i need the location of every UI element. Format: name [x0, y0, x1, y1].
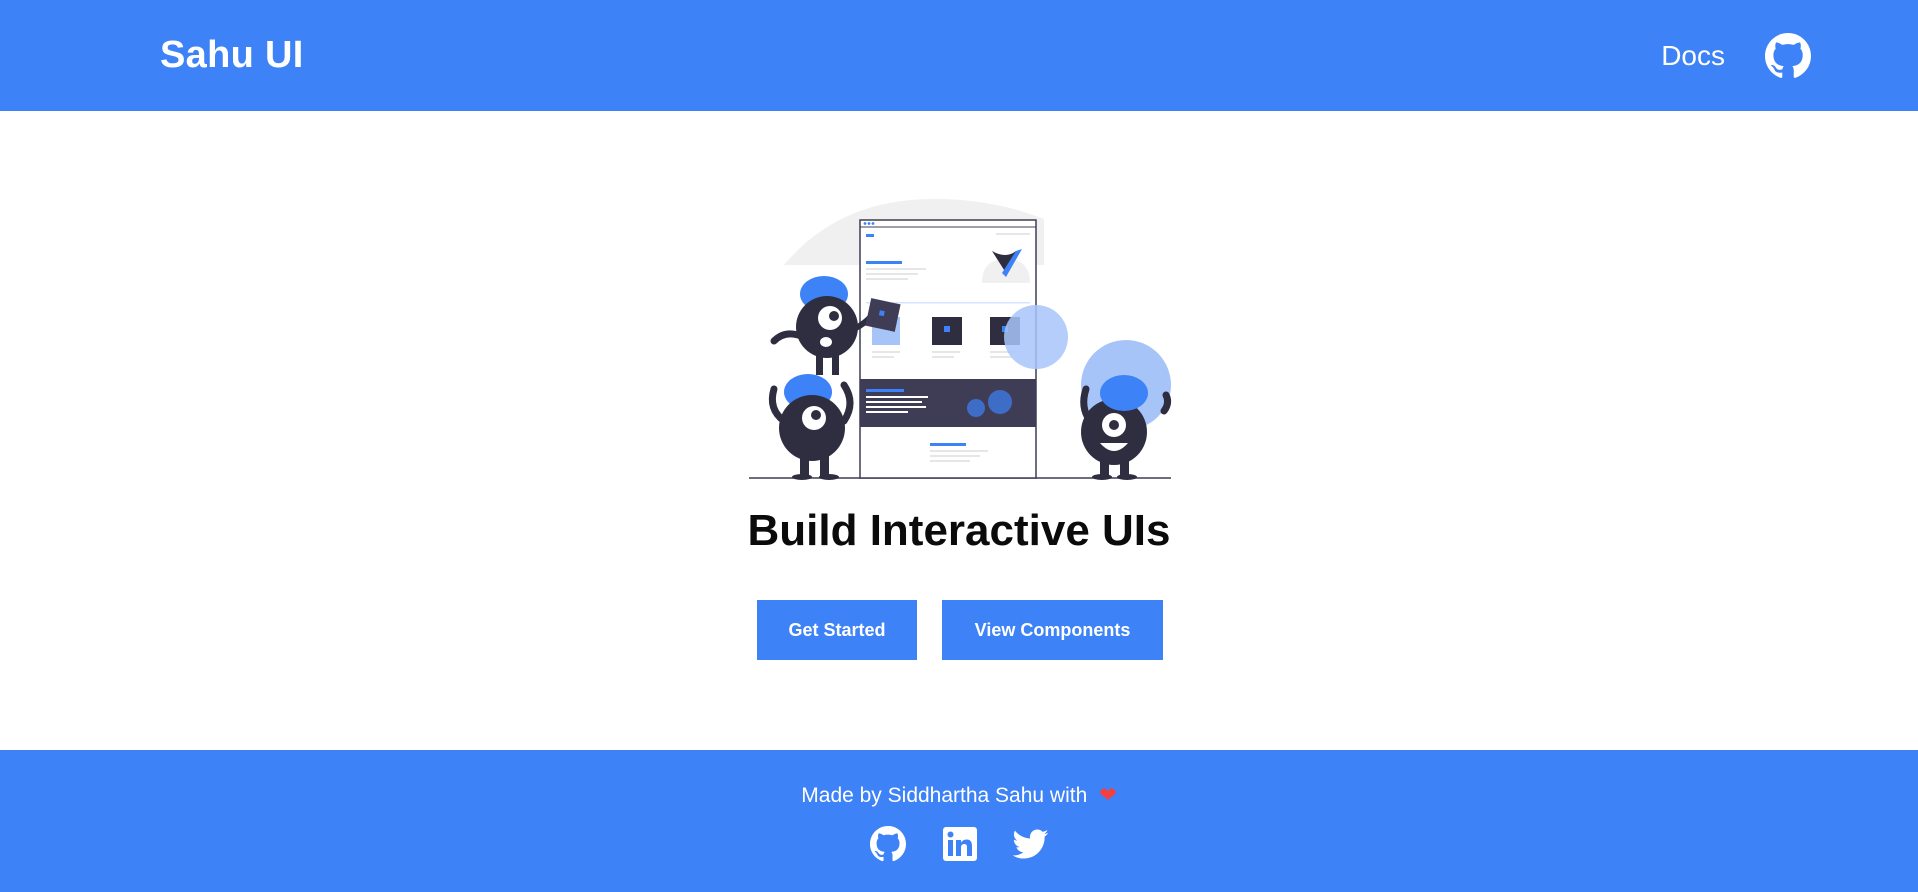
footer-credit: Made by Siddhartha Sahu with ❤	[0, 783, 1918, 808]
twitter-icon	[1013, 826, 1049, 862]
github-icon	[870, 826, 906, 862]
footer-linkedin-link[interactable]	[942, 826, 978, 862]
footer-twitter-link[interactable]	[1013, 826, 1049, 862]
linkedin-icon	[942, 826, 978, 862]
footer: Made by Siddhartha Sahu with ❤	[0, 750, 1918, 892]
view-components-button[interactable]: View Components	[942, 600, 1163, 660]
docs-link[interactable]: Docs	[1661, 40, 1725, 72]
github-link[interactable]	[1765, 32, 1811, 79]
hero-section: Build Interactive UIs Get Started View C…	[0, 111, 1918, 750]
footer-github-link[interactable]	[870, 826, 906, 862]
brand-logo-link[interactable]: Sahu UI	[160, 34, 304, 77]
heart-icon: ❤	[1099, 784, 1117, 807]
github-icon	[1765, 32, 1811, 79]
nav-links: Docs	[1661, 32, 1811, 79]
hero-title: Build Interactive UIs	[747, 506, 1171, 555]
credit-text: Made by Siddhartha Sahu with	[801, 784, 1088, 807]
top-navbar: Sahu UI Docs	[0, 0, 1918, 111]
building-ui-illustration	[744, 189, 1174, 481]
get-started-button[interactable]: Get Started	[757, 600, 917, 660]
